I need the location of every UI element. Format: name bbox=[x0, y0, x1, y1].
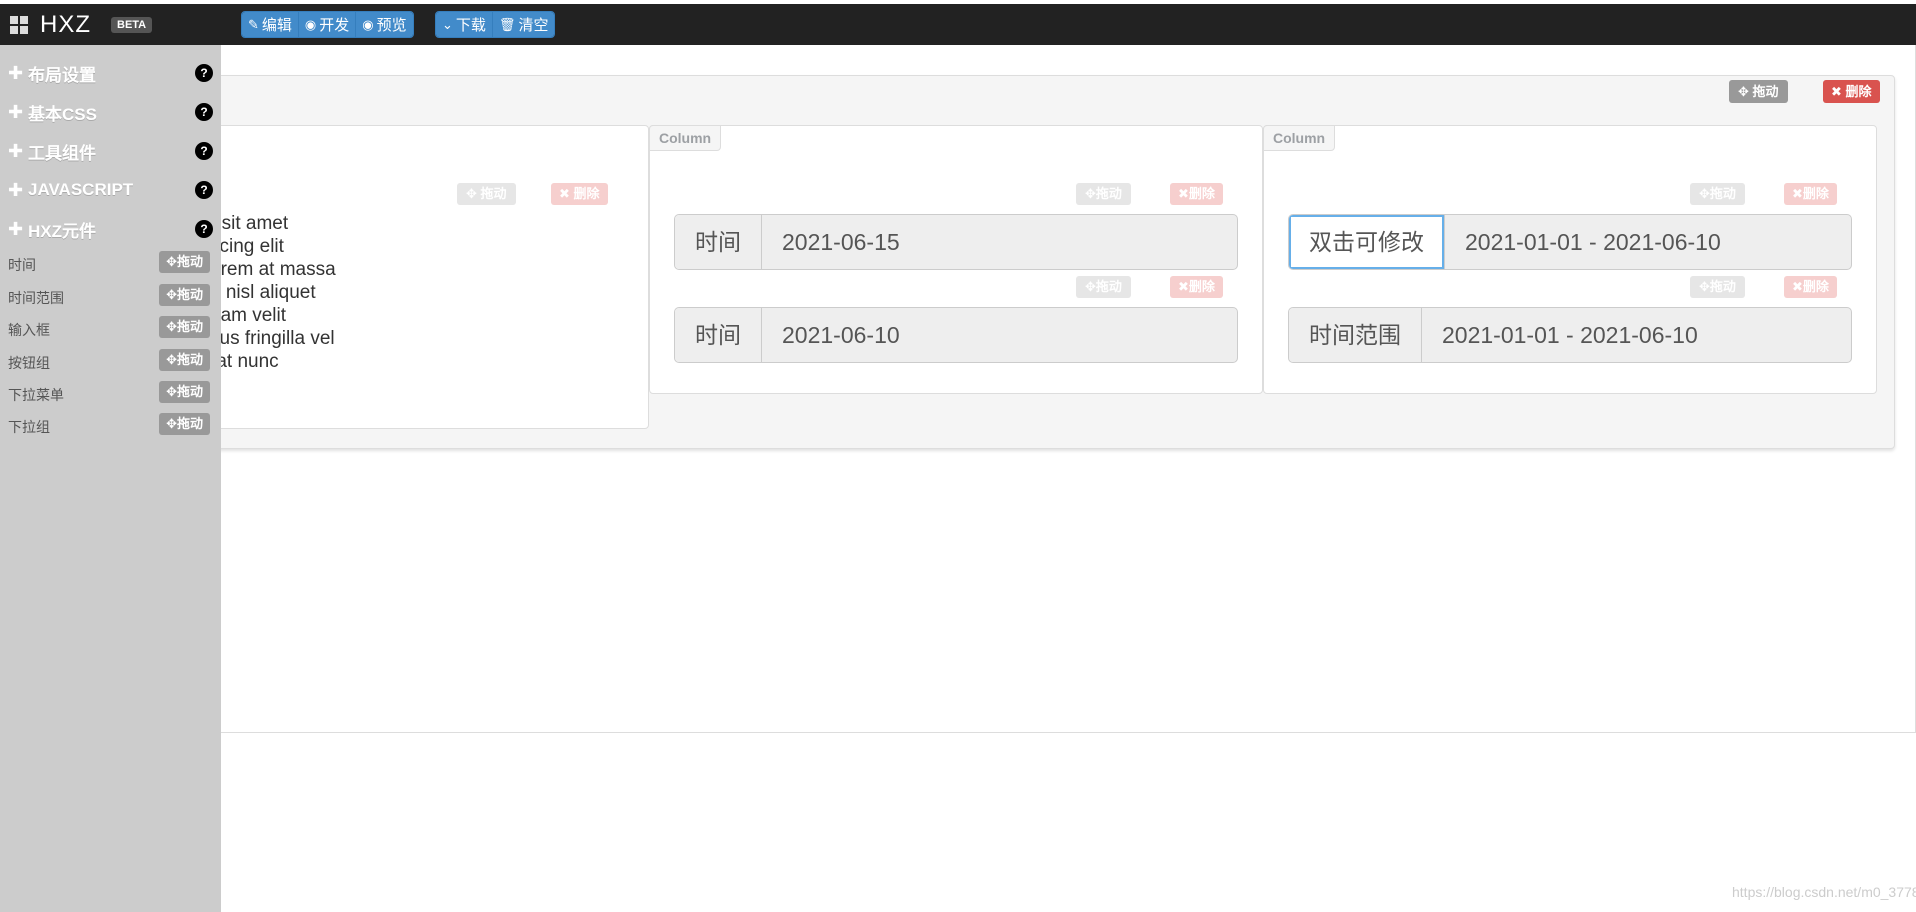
edit-icon: ✎ bbox=[248, 16, 259, 32]
date-input[interactable]: 2021-06-15 bbox=[762, 215, 1237, 269]
sidebar-component-dropdown-group[interactable]: 下拉组 ✥拖动 bbox=[8, 413, 210, 437]
component-drag-handle[interactable]: ✥拖动 bbox=[159, 413, 210, 435]
date-range-input[interactable]: 2021-01-01 - 2021-06-10 bbox=[1445, 215, 1851, 269]
date-range-addon-label: 时间范围 bbox=[1289, 308, 1422, 362]
chevron-down-icon: ⌄ bbox=[442, 16, 453, 32]
date-range-input-group: 时间范围 2021-01-01 - 2021-06-10 bbox=[1288, 307, 1852, 363]
eye-slash-icon: ◉ bbox=[304, 16, 317, 32]
component-drag-handle[interactable]: ✥拖动 bbox=[159, 381, 210, 403]
column-tag: Column bbox=[649, 125, 722, 151]
element-drag-handle[interactable]: ✥拖动 bbox=[1076, 276, 1131, 298]
component-drag-handle[interactable]: ✥拖动 bbox=[159, 251, 210, 273]
element-drag-handle[interactable]: ✥ 拖动 bbox=[457, 183, 516, 205]
column-2[interactable]: Column ✥拖动 ✖删除 时间 2021-06-15 ✥拖动 ✖删除 时间 … bbox=[649, 125, 1263, 394]
date-input-group: 时间 2021-06-10 bbox=[674, 307, 1238, 363]
editable-addon-label[interactable]: 双击可修改 bbox=[1289, 215, 1445, 269]
element-delete-button[interactable]: ✖删除 bbox=[1784, 276, 1837, 298]
date-input-group: 时间 2021-06-15 bbox=[674, 214, 1238, 270]
plus-icon: ✚ bbox=[8, 140, 24, 161]
component-sidebar: ✚ 布局设置 ? ✚ 基本CSS ? ✚ 工具组件 ? ✚ JAVASCRIPT… bbox=[0, 45, 221, 912]
element-drag-handle[interactable]: ✥拖动 bbox=[1076, 183, 1131, 205]
text-line: uam velit bbox=[210, 305, 287, 326]
element-delete-button[interactable]: ✖删除 bbox=[1170, 276, 1223, 298]
component-drag-handle[interactable]: ✥拖动 bbox=[159, 349, 210, 371]
help-icon[interactable]: ? bbox=[195, 64, 213, 82]
help-icon[interactable]: ? bbox=[195, 220, 213, 238]
preview-button[interactable]: ◉ 预览 bbox=[356, 12, 413, 37]
text-line: n nisl aliquet bbox=[210, 282, 316, 303]
develop-button[interactable]: ◉ 开发 bbox=[298, 12, 357, 37]
eye-icon: ◉ bbox=[362, 16, 374, 32]
date-range-input[interactable]: 2021-01-01 - 2021-06-10 bbox=[1422, 308, 1851, 362]
plus-icon: ✚ bbox=[8, 101, 24, 122]
sidebar-component-time[interactable]: 时间 ✥拖动 bbox=[8, 251, 210, 275]
text-line: orem at massa bbox=[210, 259, 336, 280]
sidebar-section-tools[interactable]: ✚ 工具组件 ? bbox=[8, 139, 213, 163]
plus-icon: ✚ bbox=[8, 179, 24, 200]
element-delete-button[interactable]: ✖删除 bbox=[1170, 183, 1223, 205]
date-addon-label: 时间 bbox=[675, 308, 762, 362]
element-drag-handle[interactable]: ✥拖动 bbox=[1690, 276, 1745, 298]
file-button-group: ⌄ 下载 🗑 清空 bbox=[435, 11, 556, 38]
sidebar-section-layout[interactable]: ✚ 布局设置 ? bbox=[8, 61, 213, 85]
sidebar-component-button-group[interactable]: 按钮组 ✥拖动 bbox=[8, 349, 210, 373]
clear-button[interactable]: 🗑 清空 bbox=[492, 12, 555, 37]
sidebar-section-hxz[interactable]: ✚ HXZ元件 ? bbox=[8, 217, 213, 241]
help-icon[interactable]: ? bbox=[195, 103, 213, 121]
component-drag-handle[interactable]: ✥拖动 bbox=[159, 284, 210, 306]
edit-button[interactable]: ✎ 编辑 bbox=[242, 12, 299, 37]
date-addon-label: 时间 bbox=[675, 215, 762, 269]
text-line: cus fringilla vel bbox=[210, 328, 335, 349]
sidebar-section-javascript[interactable]: ✚ JAVASCRIPT ? bbox=[8, 178, 213, 202]
element-delete-button[interactable]: ✖ 删除 bbox=[551, 183, 608, 205]
component-drag-handle[interactable]: ✥拖动 bbox=[159, 316, 210, 338]
brand[interactable]: HXZ BETA bbox=[10, 4, 153, 45]
help-icon[interactable]: ? bbox=[195, 142, 213, 160]
column-tag: Column bbox=[1263, 125, 1336, 151]
help-icon[interactable]: ? bbox=[195, 181, 213, 199]
date-range-input-group: 双击可修改 2021-01-01 - 2021-06-10 bbox=[1288, 214, 1852, 270]
sidebar-component-dropdown-menu[interactable]: 下拉菜单 ✥拖动 bbox=[8, 381, 210, 405]
column-3[interactable]: Column ✥拖动 ✖删除 双击可修改 2021-01-01 - 2021-0… bbox=[1263, 125, 1877, 394]
date-input[interactable]: 2021-06-10 bbox=[762, 308, 1237, 362]
mode-button-group: ✎ 编辑 ◉ 开发 ◉ 预览 bbox=[241, 11, 414, 38]
sidebar-component-input[interactable]: 输入框 ✥拖动 bbox=[8, 316, 210, 340]
brand-name: HXZ bbox=[40, 10, 91, 38]
text-line: scing elit bbox=[210, 236, 284, 257]
row-drag-handle[interactable]: ✥ 拖动 bbox=[1729, 80, 1788, 103]
grid-icon bbox=[10, 15, 28, 34]
download-button[interactable]: ⌄ 下载 bbox=[436, 12, 493, 37]
text-line: r sit amet bbox=[210, 213, 289, 234]
plus-icon: ✚ bbox=[8, 218, 24, 239]
trash-icon: 🗑 bbox=[498, 16, 516, 32]
sidebar-component-time-range[interactable]: 时间范围 ✥拖动 bbox=[8, 284, 210, 308]
plus-icon: ✚ bbox=[8, 62, 24, 83]
top-navbar: HXZ BETA ✎ 编辑 ◉ 开发 ◉ 预览 ⌄ 下载 🗑 清空 bbox=[0, 4, 1916, 45]
element-drag-handle[interactable]: ✥拖动 bbox=[1690, 183, 1745, 205]
sidebar-section-base-css[interactable]: ✚ 基本CSS ? bbox=[8, 100, 213, 124]
beta-badge: BETA bbox=[111, 16, 153, 33]
watermark: https://blog.csdn.net/m0_37781593 bbox=[1732, 884, 1916, 900]
element-delete-button[interactable]: ✖删除 bbox=[1784, 183, 1837, 205]
row-delete-button[interactable]: ✖ 删除 bbox=[1823, 80, 1880, 103]
